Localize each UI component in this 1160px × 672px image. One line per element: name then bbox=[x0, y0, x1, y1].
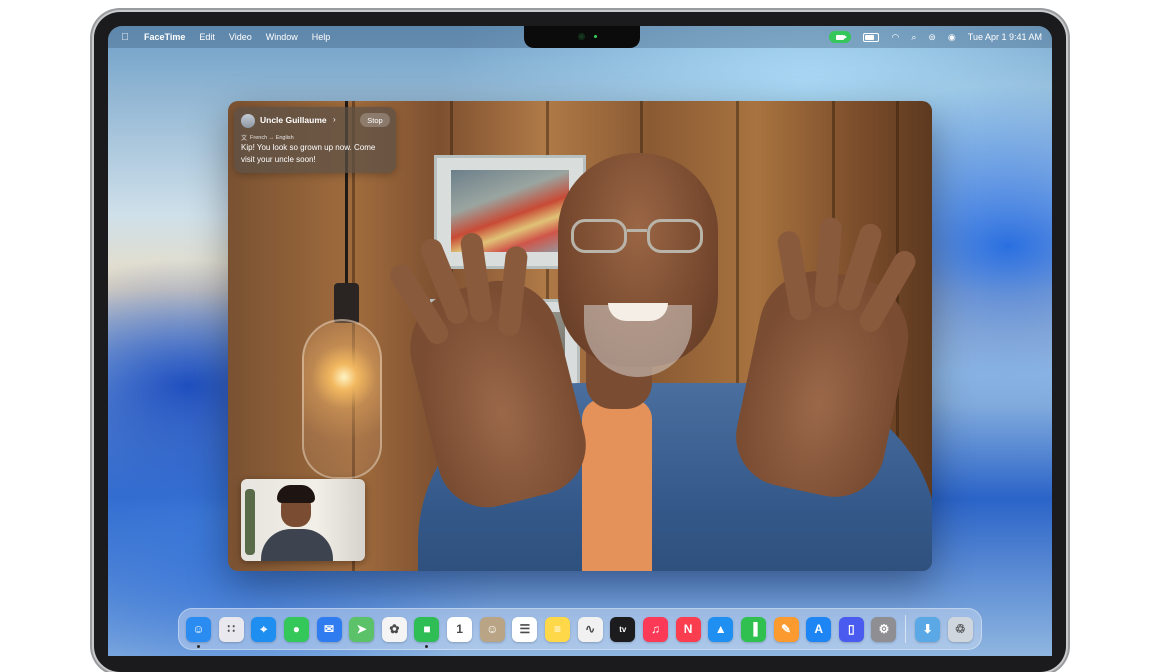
system-settings-glyph: ⚙ bbox=[878, 622, 890, 636]
music-icon[interactable]: ♫ bbox=[642, 616, 668, 642]
facetime-status-icon[interactable] bbox=[829, 31, 852, 43]
menu-bar-clock[interactable]: Tue Apr 1 9:41 AM bbox=[968, 32, 1042, 42]
menu-video[interactable]: Video bbox=[229, 32, 252, 42]
control-center-icon[interactable]: ⊜ bbox=[928, 32, 936, 42]
remote-caller-video bbox=[386, 153, 932, 571]
self-view-video[interactable] bbox=[241, 479, 365, 561]
app-store-glyph: A bbox=[814, 622, 823, 636]
pages-glyph: ✎ bbox=[781, 622, 792, 636]
news-glyph: N bbox=[683, 622, 693, 636]
finder-glyph: ☺ bbox=[192, 622, 205, 636]
spotlight-search-icon[interactable]: ⌕ bbox=[911, 32, 916, 42]
facetime-glyph: ■ bbox=[423, 622, 431, 636]
music-glyph: ♫ bbox=[650, 622, 660, 636]
finder-icon[interactable]: ☺ bbox=[186, 616, 211, 648]
iphone-mirroring-glyph: ▯ bbox=[848, 622, 855, 636]
reminders-glyph: ☰ bbox=[519, 622, 531, 636]
menu-help[interactable]: Help bbox=[312, 32, 331, 42]
news-icon[interactable]: N bbox=[675, 616, 701, 642]
apple-tv-icon[interactable]: tv bbox=[610, 616, 636, 642]
launchpad-glyph: ∷ bbox=[227, 622, 235, 636]
dock: ☺ ∷ ⌖ ● ✉ ➤ ✿ ■ 1 ☺ ☰ ≡ ∿ tv ♫ N ▲ ▐ ✎ A ▯ ⚙ ⬇ ♲ bbox=[178, 608, 982, 650]
freeform-icon[interactable]: ∿ bbox=[577, 616, 603, 642]
mail-icon[interactable]: ✉ bbox=[316, 616, 342, 642]
system-settings-icon[interactable]: ⚙ bbox=[871, 616, 897, 642]
menu-edit[interactable]: Edit bbox=[199, 32, 215, 42]
numbers-glyph: ▐ bbox=[749, 622, 758, 636]
keynote-icon[interactable]: ▲ bbox=[708, 616, 734, 642]
chevron-right-icon[interactable]: › bbox=[333, 115, 336, 124]
apple-menu-icon[interactable]:  bbox=[120, 32, 130, 43]
running-indicator bbox=[197, 644, 200, 648]
photos-icon[interactable]: ✿ bbox=[381, 616, 407, 642]
keynote-glyph: ▲ bbox=[714, 622, 727, 636]
camera-indicator-light bbox=[594, 35, 597, 38]
calendar-glyph: 1 bbox=[456, 622, 463, 636]
photos-glyph: ✿ bbox=[389, 622, 400, 636]
macbook-frame:  FaceTime Edit Video Window Help ◠ ⌕ ⊜ … bbox=[94, 12, 1066, 672]
menu-app-name[interactable]: FaceTime bbox=[144, 32, 185, 42]
facetime-call-window[interactable]: Uncle Guillaume › Stop 文 French → Englis… bbox=[228, 101, 932, 571]
stop-translation-button[interactable]: Stop bbox=[360, 113, 390, 127]
contacts-glyph: ☺ bbox=[486, 622, 499, 636]
iphone-mirroring-icon[interactable]: ▯ bbox=[838, 616, 864, 642]
translation-languages: French → English bbox=[250, 134, 294, 141]
battery-icon[interactable] bbox=[863, 32, 880, 42]
freeform-glyph: ∿ bbox=[585, 622, 596, 636]
desktop:  FaceTime Edit Video Window Help ◠ ⌕ ⊜ … bbox=[108, 26, 1052, 656]
siri-icon[interactable]: ◉ bbox=[948, 32, 956, 42]
dock-separator bbox=[905, 615, 907, 643]
translated-caption-text: Kip! You look so grown up now. Come visi… bbox=[241, 143, 376, 164]
pages-icon[interactable]: ✎ bbox=[773, 616, 799, 642]
messages-icon[interactable]: ● bbox=[283, 616, 309, 642]
safari-glyph: ⌖ bbox=[260, 621, 268, 636]
lamp-socket bbox=[334, 283, 359, 323]
translate-icon: 文 bbox=[241, 136, 248, 142]
caller-avatar bbox=[241, 114, 255, 128]
numbers-icon[interactable]: ▐ bbox=[740, 616, 766, 642]
camera-notch bbox=[524, 26, 640, 48]
maps-icon[interactable]: ➤ bbox=[349, 616, 375, 642]
reminders-icon[interactable]: ☰ bbox=[512, 616, 538, 642]
menu-bar-extras: ◠ ⌕ ⊜ ◉ Tue Apr 1 9:41 AM bbox=[829, 26, 1042, 48]
live-translation-caption: Uncle Guillaume › Stop 文 French → Englis… bbox=[234, 107, 396, 173]
contacts-icon[interactable]: ☺ bbox=[479, 616, 505, 642]
messages-glyph: ● bbox=[292, 622, 301, 636]
trash-icon[interactable]: ♲ bbox=[947, 616, 973, 642]
facetime-icon[interactable]: ■ bbox=[414, 616, 440, 648]
calendar-icon[interactable]: 1 bbox=[447, 616, 473, 642]
wifi-icon[interactable]: ◠ bbox=[891, 32, 899, 42]
running-indicator bbox=[425, 644, 429, 648]
apple-tv-glyph: tv bbox=[619, 624, 627, 634]
pendant-lamp bbox=[302, 319, 382, 479]
downloads-folder-icon[interactable]: ⬇ bbox=[915, 616, 941, 642]
camera-lens-icon bbox=[578, 33, 585, 40]
safari-icon[interactable]: ⌖ bbox=[251, 616, 277, 642]
mail-glyph: ✉ bbox=[324, 622, 335, 636]
downloads-folder-glyph: ⬇ bbox=[922, 622, 933, 636]
notes-icon[interactable]: ≡ bbox=[545, 616, 571, 642]
notes-glyph: ≡ bbox=[554, 622, 562, 636]
caller-name[interactable]: Uncle Guillaume bbox=[260, 115, 327, 125]
trash-glyph: ♲ bbox=[954, 622, 966, 636]
menu-window[interactable]: Window bbox=[266, 32, 298, 42]
translation-direction: 文 French → English bbox=[241, 133, 294, 143]
app-store-icon[interactable]: A bbox=[806, 616, 832, 642]
launchpad-icon[interactable]: ∷ bbox=[218, 616, 244, 642]
maps-glyph: ➤ bbox=[356, 622, 367, 636]
